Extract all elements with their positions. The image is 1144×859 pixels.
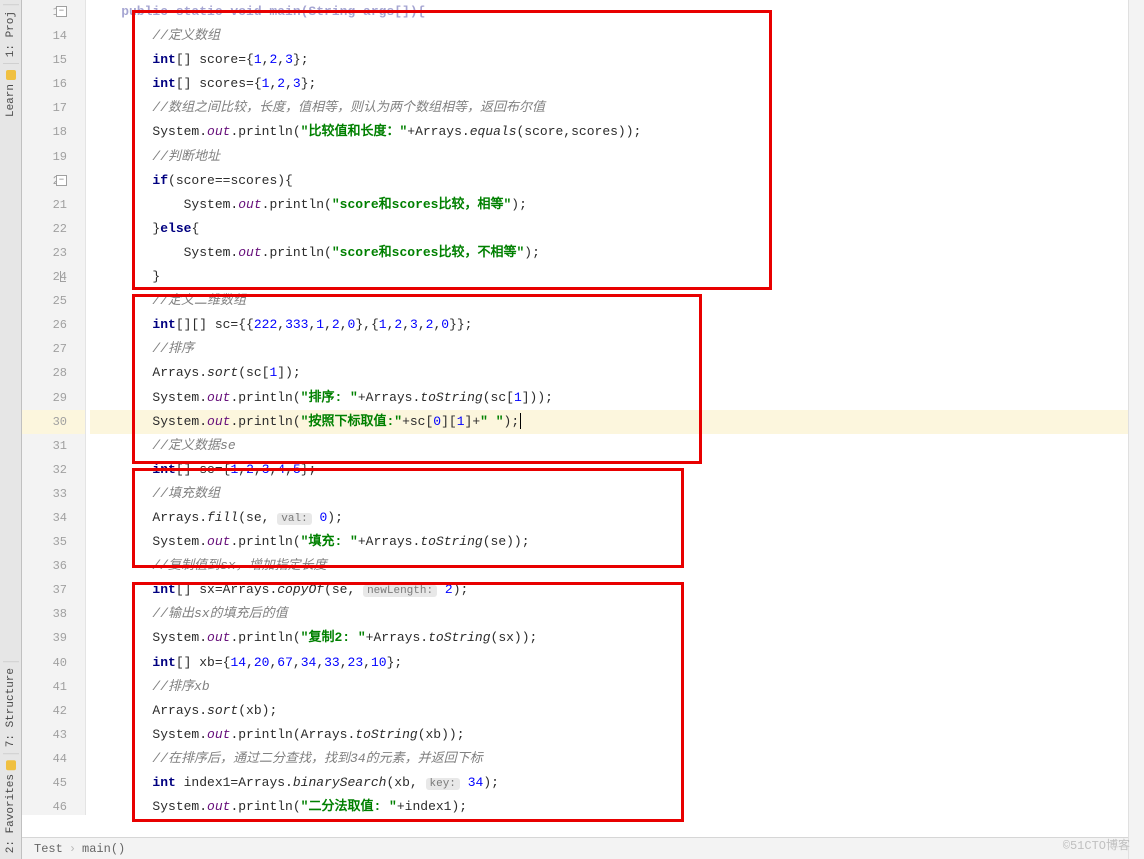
code-line[interactable]: Arrays.sort(xb); [90, 699, 1128, 723]
chevron-right-icon: › [67, 842, 78, 856]
code-line[interactable]: //排序 [90, 337, 1128, 361]
code-line[interactable]: } [90, 265, 1128, 289]
gutter-line: 26 [22, 313, 85, 337]
code-line[interactable]: int[] se={1,2,3,4,5}; [90, 458, 1128, 482]
code-line[interactable]: //定义数据se [90, 434, 1128, 458]
code-line[interactable]: int index1=Arrays.binarySearch(xb, key: … [90, 771, 1128, 795]
gutter-line: 43 [22, 723, 85, 747]
code-line[interactable]: Arrays.sort(sc[1]); [90, 361, 1128, 385]
gutter-line: 35 [22, 530, 85, 554]
fold-minus-icon[interactable]: − [56, 6, 67, 17]
code-line[interactable]: System.out.println("比较值和长度："+Arrays.equa… [90, 120, 1128, 144]
breadcrumb-item[interactable]: main() [78, 842, 129, 856]
gutter-line: 33 [22, 482, 85, 506]
gutter-line: 36 [22, 554, 85, 578]
tool-window-left-rail: 1: Proj Learn 7: Structure 2: Favorites [0, 0, 22, 859]
code-line[interactable]: System.out.println("按照下标取值:"+sc[0][1]+" … [90, 410, 1128, 434]
code-line[interactable]: //输出sx的填充后的值 [90, 602, 1128, 626]
gutter-line: 40 [22, 651, 85, 675]
code-line[interactable]: //填充数组 [90, 482, 1128, 506]
gutter-line: 21 [22, 193, 85, 217]
breadcrumb-bar: Test › main() [22, 837, 1128, 859]
gutter-line: 24 [22, 265, 85, 289]
gutter-line: 29 [22, 386, 85, 410]
code-line[interactable]: //在排序后，通过二分查找，找到34的元素，并返回下标 [90, 747, 1128, 771]
gutter-line: 38 [22, 602, 85, 626]
watermark: ©51CTO博客 [1063, 836, 1130, 853]
gutter-line: 17 [22, 96, 85, 120]
code-line[interactable]: //定义数组 [90, 24, 1128, 48]
gutter-line: 31 [22, 434, 85, 458]
gutter-line: 18 [22, 120, 85, 144]
code-line[interactable]: //排序xb [90, 675, 1128, 699]
code-line[interactable]: System.out.println("score和scores比较，不相等")… [90, 241, 1128, 265]
code-line[interactable]: int[][] sc={{222,333,1,2,0},{1,2,3,2,0}}… [90, 313, 1128, 337]
inlay-hint: key: [426, 778, 460, 790]
gutter-line: 39 [22, 626, 85, 650]
gutter-line: 19 [22, 145, 85, 169]
gutter-line: 41 [22, 675, 85, 699]
code-line[interactable]: System.out.println("score和scores比较，相等"); [90, 193, 1128, 217]
code-editor[interactable]: 13− 14 15 16 17 18 19 20− 21 22 23 24 25… [22, 0, 1128, 837]
gutter-line: 15 [22, 48, 85, 72]
gutter-line: 20− [22, 169, 85, 193]
gutter-line: 45 [22, 771, 85, 795]
code-line[interactable]: int[] sx=Arrays.copyOf(se, newLength: 2)… [90, 578, 1128, 602]
gutter-line: 13− [22, 0, 85, 24]
right-rail [1128, 0, 1144, 859]
gutter-line: 34 [22, 506, 85, 530]
ide-window: 1: Proj Learn 7: Structure 2: Favorites … [0, 0, 1144, 859]
text-caret [520, 413, 521, 429]
gutter-line: 25 [22, 289, 85, 313]
code-line[interactable]: //复制值到sx，增加指定长度 [90, 554, 1128, 578]
code-line[interactable]: System.out.println(Arrays.toString(xb)); [90, 723, 1128, 747]
breadcrumb-item[interactable]: Test [30, 842, 67, 856]
line-number-gutter: 13− 14 15 16 17 18 19 20− 21 22 23 24 25… [22, 0, 86, 815]
gutter-line: 37 [22, 578, 85, 602]
gutter-line: 22 [22, 217, 85, 241]
code-line[interactable]: int[] score={1,2,3}; [90, 48, 1128, 72]
code-line[interactable]: }else{ [90, 217, 1128, 241]
fold-minus-icon[interactable]: − [56, 175, 67, 186]
gutter-line: 28 [22, 361, 85, 385]
code-line[interactable]: System.out.println("复制2: "+Arrays.toStri… [90, 626, 1128, 650]
code-line[interactable]: //定义二维数组 [90, 289, 1128, 313]
code-line[interactable]: if(score==scores){ [90, 169, 1128, 193]
gutter-line: 27 [22, 337, 85, 361]
code-line[interactable]: System.out.println("二分法取值: "+index1); [90, 795, 1128, 819]
editor-wrap: 13− 14 15 16 17 18 19 20− 21 22 23 24 25… [22, 0, 1128, 859]
rail-tab-favorites[interactable]: 2: Favorites [3, 753, 19, 859]
fold-end-icon [60, 271, 66, 282]
gutter-line: 14 [22, 24, 85, 48]
code-line[interactable]: //判断地址 [90, 145, 1128, 169]
gutter-line: 23 [22, 241, 85, 265]
gutter-line: 44 [22, 747, 85, 771]
inlay-hint: newLength: [363, 585, 437, 597]
rail-tab-project[interactable]: 1: Proj [3, 4, 19, 63]
gutter-line: 46 [22, 795, 85, 819]
gutter-line: 32 [22, 458, 85, 482]
code-area[interactable]: public static void main(String args[]){ … [86, 0, 1128, 837]
code-line[interactable]: public static void main(String args[]){ [90, 0, 1128, 24]
code-line[interactable]: int[] xb={14,20,67,34,33,23,10}; [90, 651, 1128, 675]
gutter-line: 30 [22, 410, 85, 434]
gutter-line: 16 [22, 72, 85, 96]
code-line[interactable]: System.out.println("填充: "+Arrays.toStrin… [90, 530, 1128, 554]
gutter-line: 42 [22, 699, 85, 723]
inlay-hint: val: [277, 513, 311, 525]
code-line[interactable]: int[] scores={1,2,3}; [90, 72, 1128, 96]
rail-tab-learn[interactable]: Learn [3, 63, 19, 123]
code-line[interactable]: //数组之间比较，长度，值相等，则认为两个数组相等，返回布尔值 [90, 96, 1128, 120]
code-line[interactable]: System.out.println("排序: "+Arrays.toStrin… [90, 386, 1128, 410]
code-line[interactable]: Arrays.fill(se, val: 0); [90, 506, 1128, 530]
rail-tab-structure[interactable]: 7: Structure [3, 661, 19, 753]
